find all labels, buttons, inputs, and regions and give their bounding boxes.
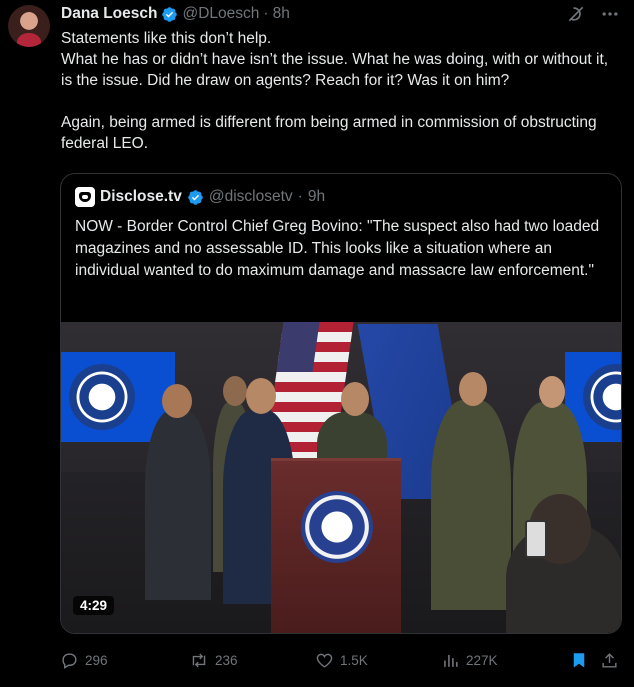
verified-badge-icon [162,6,178,22]
grok-icon[interactable] [566,4,586,24]
views-icon [444,654,458,667]
separator-dot: · [297,188,303,205]
avatar[interactable] [8,5,50,47]
reply-icon [62,652,77,669]
share-button[interactable] [600,648,619,672]
reply-button[interactable]: 296 [60,648,108,672]
tweet[interactable]: Dana Loesch @DLoesch · 8h Statements lik… [0,0,634,687]
tweet-text: Statements like this don’t help. What he… [61,30,609,152]
podium [271,458,401,633]
share-icon [602,652,617,668]
views-button[interactable]: 227K [441,648,498,672]
separator-dot: · [263,5,269,22]
top-actions [566,4,620,24]
video-duration: 4:29 [73,596,115,615]
like-count: 1.5K [340,652,368,668]
action-bar: 296 236 1.5K 227K [60,648,622,672]
repost-icon [192,653,206,667]
bookmark-icon [573,653,585,668]
repost-button[interactable]: 236 [189,648,238,672]
like-button[interactable]: 1.5K [315,648,368,672]
quoted-text: NOW - Border Control Chief Greg Bovino: … [75,218,600,279]
phone [525,520,547,558]
author-name[interactable]: Dana Loesch [61,5,157,23]
quoted-avatar [75,187,95,207]
tweet-header: Dana Loesch @DLoesch · 8h [61,4,290,24]
bookmark-button[interactable] [570,648,588,672]
views-count: 227K [466,652,498,668]
video-player[interactable]: 4:29 [61,322,621,633]
quoted-author-name: Disclose.tv [100,188,182,205]
author-handle[interactable]: @DLoesch [182,5,259,23]
repost-count: 236 [215,652,238,668]
more-icon[interactable] [600,4,620,24]
post-time[interactable]: 8h [273,5,290,23]
like-icon [316,653,333,668]
reply-count: 296 [85,652,108,668]
quoted-header: Disclose.tv @disclosetv · 9h [75,186,325,208]
dhs-seal [301,491,373,563]
verified-badge-icon [188,189,203,205]
quoted-post-time: 9h [307,188,326,205]
quoted-author-handle: @disclosetv [208,188,293,205]
quoted-tweet[interactable]: Disclose.tv @disclosetv · 9h NOW - Borde… [60,173,622,634]
